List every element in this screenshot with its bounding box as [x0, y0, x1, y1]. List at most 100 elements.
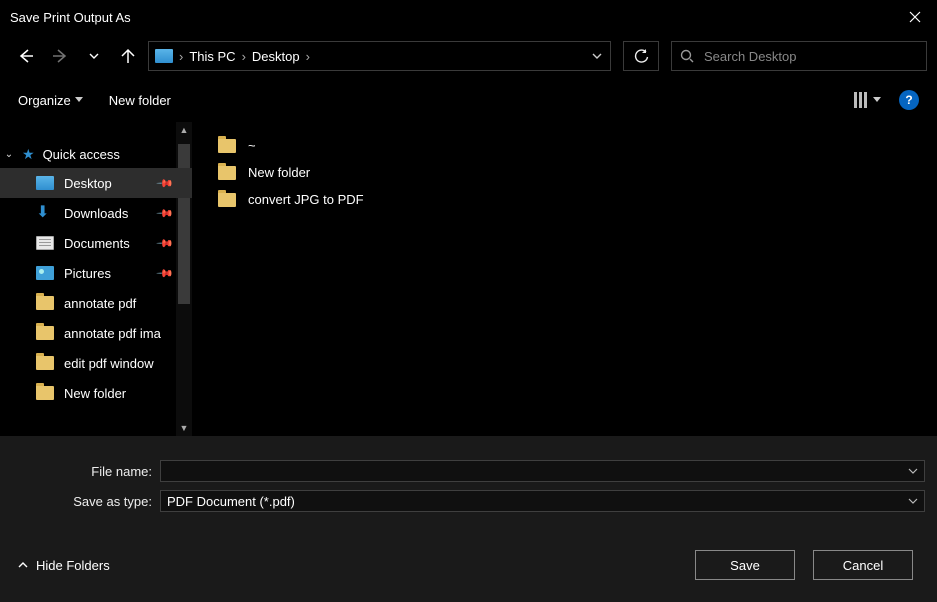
- sidebar-item-desktop[interactable]: Desktop 📌: [0, 168, 192, 198]
- chevron-up-icon: [18, 561, 28, 569]
- new-folder-label: New folder: [109, 93, 171, 108]
- pin-icon: 📌: [156, 204, 175, 223]
- sidebar-item-documents[interactable]: Documents 📌: [0, 228, 192, 258]
- chevron-down-icon: [908, 467, 918, 475]
- address-history-button[interactable]: [584, 52, 610, 60]
- caret-down-icon: [873, 97, 881, 103]
- folder-icon: [36, 356, 54, 370]
- sidebar: ▲ ▼ ⌄ ★ Quick access Desktop 📌 ⬇ Downloa…: [0, 122, 192, 436]
- title-bar: Save Print Output As: [0, 0, 937, 34]
- breadcrumb-root[interactable]: This PC: [189, 49, 235, 64]
- quick-access-header[interactable]: ⌄ ★ Quick access: [0, 140, 192, 168]
- sidebar-item-label: Downloads: [64, 206, 128, 221]
- main-area: ▲ ▼ ⌄ ★ Quick access Desktop 📌 ⬇ Downloa…: [0, 122, 937, 436]
- filename-history-button[interactable]: [902, 467, 918, 475]
- pc-icon: [155, 49, 173, 63]
- up-button[interactable]: [120, 48, 136, 64]
- close-button[interactable]: [893, 0, 937, 34]
- sidebar-item-label: New folder: [64, 386, 126, 401]
- nav-bar: › This PC › Desktop ›: [0, 34, 937, 78]
- hide-folders-label: Hide Folders: [36, 558, 110, 573]
- arrow-right-icon: [52, 49, 68, 63]
- arrow-up-icon: [121, 48, 135, 64]
- folder-icon: [36, 296, 54, 310]
- file-list: ~ New folder convert JPG to PDF: [192, 122, 937, 436]
- desktop-icon: [36, 176, 54, 190]
- form-area: File name: Save as type: PDF Document (*…: [0, 436, 937, 528]
- sidebar-item-label: Desktop: [64, 176, 112, 191]
- file-name: convert JPG to PDF: [248, 192, 364, 207]
- chevron-down-icon: ⌄: [4, 149, 14, 160]
- chevron-right-icon: ›: [179, 49, 183, 64]
- window-title: Save Print Output As: [10, 10, 131, 25]
- refresh-icon: [634, 49, 649, 64]
- sidebar-item-label: annotate pdf ima: [64, 326, 161, 341]
- sidebar-item-label: Pictures: [64, 266, 111, 281]
- filename-label: File name:: [12, 464, 152, 479]
- file-name: ~: [248, 138, 256, 153]
- view-icon: [854, 92, 867, 108]
- recent-locations-button[interactable]: [86, 48, 102, 64]
- pin-icon: 📌: [156, 264, 175, 283]
- help-button[interactable]: ?: [899, 90, 919, 110]
- organize-label: Organize: [18, 93, 71, 108]
- savetype-value: PDF Document (*.pdf): [167, 494, 902, 509]
- sidebar-item-folder[interactable]: edit pdf window: [0, 348, 192, 378]
- savetype-select[interactable]: PDF Document (*.pdf): [160, 490, 925, 512]
- save-button[interactable]: Save: [695, 550, 795, 580]
- folder-icon: [218, 139, 236, 153]
- scroll-down-button[interactable]: ▼: [176, 420, 192, 436]
- sidebar-item-folder[interactable]: New folder: [0, 378, 192, 408]
- sidebar-item-folder[interactable]: annotate pdf ima: [0, 318, 192, 348]
- sidebar-item-label: Documents: [64, 236, 130, 251]
- chevron-down-icon: [89, 52, 99, 60]
- folder-icon: [218, 193, 236, 207]
- pin-icon: 📌: [156, 174, 175, 193]
- quick-access-label: Quick access: [43, 147, 120, 162]
- pictures-icon: [36, 266, 54, 280]
- star-icon: ★: [22, 146, 35, 163]
- chevron-right-icon: ›: [242, 49, 246, 64]
- sidebar-item-folder[interactable]: annotate pdf: [0, 288, 192, 318]
- search-box[interactable]: [671, 41, 927, 71]
- breadcrumb-location[interactable]: Desktop: [252, 49, 300, 64]
- nav-arrows: [18, 48, 136, 64]
- arrow-left-icon: [18, 49, 34, 63]
- toolbar: Organize New folder ?: [0, 78, 937, 122]
- scroll-up-button[interactable]: ▲: [176, 122, 192, 138]
- filename-field[interactable]: [160, 460, 925, 482]
- list-item[interactable]: ~: [216, 132, 927, 159]
- hide-folders-button[interactable]: Hide Folders: [18, 558, 110, 573]
- close-icon: [909, 11, 921, 23]
- documents-icon: [36, 236, 54, 250]
- view-mode-button[interactable]: [854, 92, 881, 108]
- sidebar-item-label: annotate pdf: [64, 296, 136, 311]
- search-input[interactable]: [704, 49, 918, 64]
- footer: Hide Folders Save Cancel: [0, 528, 937, 602]
- refresh-button[interactable]: [623, 41, 659, 71]
- help-icon: ?: [905, 93, 912, 107]
- folder-icon: [36, 386, 54, 400]
- back-button[interactable]: [18, 48, 34, 64]
- list-item[interactable]: New folder: [216, 159, 927, 186]
- chevron-down-icon: [908, 497, 918, 505]
- chevron-down-icon: [592, 52, 602, 60]
- search-icon: [680, 49, 694, 63]
- savetype-label: Save as type:: [12, 494, 152, 509]
- sidebar-item-pictures[interactable]: Pictures 📌: [0, 258, 192, 288]
- new-folder-button[interactable]: New folder: [109, 93, 171, 108]
- folder-icon: [218, 166, 236, 180]
- sidebar-item-downloads[interactable]: ⬇ Downloads 📌: [0, 198, 192, 228]
- filename-input[interactable]: [167, 464, 902, 479]
- list-item[interactable]: convert JPG to PDF: [216, 186, 927, 213]
- file-name: New folder: [248, 165, 310, 180]
- folder-icon: [36, 326, 54, 340]
- forward-button[interactable]: [52, 48, 68, 64]
- pin-icon: 📌: [156, 234, 175, 253]
- chevron-right-icon: ›: [306, 49, 310, 64]
- address-bar[interactable]: › This PC › Desktop ›: [148, 41, 611, 71]
- organize-button[interactable]: Organize: [18, 93, 83, 108]
- savetype-dropdown-button[interactable]: [902, 497, 918, 505]
- sidebar-item-label: edit pdf window: [64, 356, 154, 371]
- cancel-button[interactable]: Cancel: [813, 550, 913, 580]
